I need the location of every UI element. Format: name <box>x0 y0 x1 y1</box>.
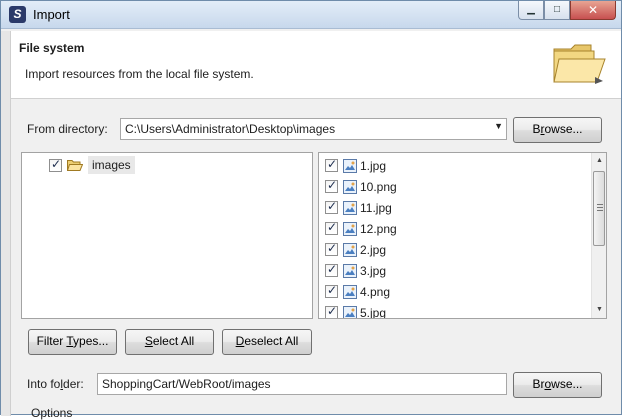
file-name: 10.png <box>360 179 397 194</box>
browse-folder-button[interactable]: Browse... <box>513 372 602 398</box>
from-directory-value: C:\Users\Administrator\Desktop\images <box>125 122 336 136</box>
into-folder-label: Into folder: <box>27 377 84 391</box>
file-checkbox[interactable] <box>325 241 338 256</box>
minimize-button[interactable]: ▁ <box>518 1 544 20</box>
image-file-icon <box>343 263 357 278</box>
file-checkbox[interactable] <box>325 199 338 214</box>
file-name: 5.jpg <box>360 305 387 319</box>
folder-open-icon <box>553 44 606 84</box>
chevron-down-icon[interactable]: ▼ <box>494 121 503 131</box>
list-item[interactable]: 4.png <box>325 281 390 302</box>
folder-tree[interactable]: images <box>21 152 313 319</box>
file-checkbox[interactable] <box>325 178 338 193</box>
filter-types-button[interactable]: Filter Types... <box>28 329 117 355</box>
window-title: Import <box>33 7 70 22</box>
list-item[interactable]: 10.png <box>325 176 397 197</box>
tree-item-checkbox[interactable] <box>49 157 62 172</box>
wizard-banner: File system Import resources from the lo… <box>11 31 621 99</box>
options-group-label: Options <box>31 406 73 420</box>
file-checkbox[interactable] <box>325 157 338 172</box>
app-icon: S <box>9 6 26 23</box>
file-list[interactable]: 1.jpg 10.png 11.jpg 12.png 2.jpg 3.jpg <box>318 152 607 319</box>
image-file-icon <box>343 242 357 257</box>
file-checkbox[interactable] <box>325 304 338 318</box>
scroll-thumb[interactable] <box>593 171 605 246</box>
list-item[interactable]: 2.jpg <box>325 239 386 260</box>
folder-icon <box>67 160 83 171</box>
list-item[interactable]: 11.jpg <box>325 197 392 218</box>
select-all-button[interactable]: Select All <box>125 329 214 355</box>
file-name: 2.jpg <box>360 242 387 257</box>
image-file-icon <box>343 200 357 215</box>
maximize-button[interactable]: □ <box>544 1 570 20</box>
title-bar[interactable]: S Import ▁ □ ✕ <box>1 1 621 29</box>
image-file-icon <box>343 158 357 173</box>
grip-line <box>597 204 603 205</box>
list-item[interactable]: 12.png <box>325 218 397 239</box>
file-checkbox[interactable] <box>325 262 338 277</box>
file-name: 4.png <box>360 284 391 299</box>
file-name: 1.jpg <box>360 158 387 173</box>
list-item[interactable]: 5.jpg <box>325 302 387 319</box>
image-file-icon <box>343 221 357 236</box>
scroll-down-icon[interactable]: ▼ <box>592 302 606 318</box>
close-button[interactable]: ✕ <box>570 1 616 20</box>
file-name: 11.jpg <box>360 200 392 215</box>
file-name: 3.jpg <box>360 263 387 278</box>
browse-directory-button[interactable]: Browse... <box>513 117 602 143</box>
tree-item-images[interactable]: images <box>49 155 135 175</box>
grip-line <box>597 207 603 208</box>
scroll-up-icon[interactable]: ▲ <box>592 153 606 169</box>
image-file-icon <box>343 179 357 194</box>
tree-item-label: images <box>88 156 135 174</box>
import-dialog: S Import ▁ □ ✕ File system Import resour… <box>0 0 622 420</box>
file-checkbox[interactable] <box>325 220 338 235</box>
file-list-scrollbar[interactable]: ▲ ▼ <box>591 153 606 318</box>
file-name: 12.png <box>360 221 397 236</box>
from-directory-label: From directory: <box>27 122 108 136</box>
window-edge <box>1 31 11 416</box>
grip-line <box>597 210 603 211</box>
into-folder-value: ShoppingCart/WebRoot/images <box>102 377 271 391</box>
from-directory-combo[interactable]: C:\Users\Administrator\Desktop\images ▼ <box>120 118 507 140</box>
image-file-icon <box>343 284 357 299</box>
file-checkbox[interactable] <box>325 283 338 298</box>
list-item[interactable]: 3.jpg <box>325 260 386 281</box>
banner-description: Import resources from the local file sys… <box>25 67 254 81</box>
image-file-icon <box>343 305 357 318</box>
deselect-all-button[interactable]: Deselect All <box>222 329 312 355</box>
into-folder-field[interactable]: ShoppingCart/WebRoot/images <box>97 373 507 395</box>
list-item[interactable]: 1.jpg <box>325 155 386 176</box>
banner-title: File system <box>19 41 85 55</box>
